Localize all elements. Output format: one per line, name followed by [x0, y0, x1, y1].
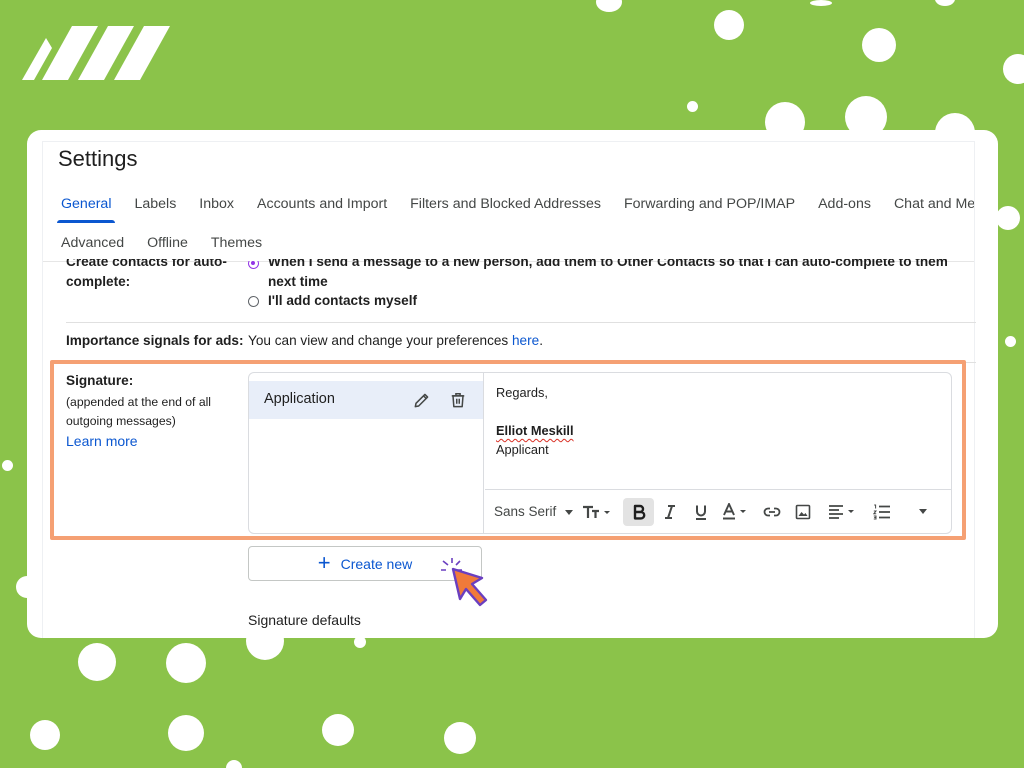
background-dot	[30, 720, 60, 750]
tab-add-ons[interactable]: Add-ons	[814, 185, 875, 223]
insert-image-button[interactable]	[787, 498, 818, 526]
pointer-cursor-icon	[441, 558, 488, 607]
bold-icon	[633, 504, 645, 520]
pencil-icon[interactable]	[412, 390, 432, 410]
image-icon	[795, 504, 810, 519]
background-dot	[714, 10, 744, 40]
background-dot	[1005, 336, 1016, 347]
section-divider	[66, 322, 976, 323]
text-color-icon	[723, 502, 746, 519]
background-dot	[322, 714, 354, 746]
signature-panel: Application Regards, Elliot Meskill Appl…	[248, 372, 952, 534]
trash-icon[interactable]	[448, 390, 468, 410]
formatting-toolbar: Sans Serif	[485, 489, 951, 533]
chevron-down-icon	[565, 509, 573, 515]
importance-period: .	[539, 333, 543, 348]
tab-chat-and-meet[interactable]: Chat and Meet	[890, 185, 974, 223]
text-size-button[interactable]	[577, 498, 617, 526]
background-dot	[596, 0, 622, 12]
tabs-row-secondary: Advanced Offline Themes	[43, 224, 974, 262]
signature-list: Application	[249, 373, 484, 533]
signature-line-name: Elliot Meskill	[496, 423, 574, 438]
background-dot	[168, 715, 204, 751]
preferences-here-link[interactable]: here	[512, 333, 539, 348]
background-dot	[444, 722, 476, 754]
font-family-select[interactable]: Sans Serif	[485, 498, 577, 526]
align-button[interactable]	[822, 498, 866, 526]
tab-forwarding-pop-imap[interactable]: Forwarding and POP/IMAP	[620, 185, 799, 223]
numbered-list-button[interactable]	[866, 498, 897, 526]
insert-link-button[interactable]	[756, 498, 787, 526]
signature-desc-line1: (appended at the end of all	[66, 395, 212, 409]
create-contacts-label-line2: complete:	[66, 274, 131, 289]
page-title: Settings	[58, 146, 138, 171]
link-icon	[763, 507, 780, 516]
background-dot	[166, 643, 206, 683]
background-dot	[687, 101, 698, 112]
tab-inbox[interactable]: Inbox	[195, 185, 238, 223]
text-size-icon	[583, 505, 610, 518]
importance-signals-text: You can view and change your preferences…	[248, 331, 543, 351]
background-dot	[2, 460, 13, 471]
tab-accounts-and-import[interactable]: Accounts and Import	[253, 185, 391, 223]
signature-list-item[interactable]: Application	[249, 381, 483, 419]
learn-more-link[interactable]: Learn more	[66, 431, 138, 451]
signature-line-role: Applicant	[496, 442, 549, 457]
tab-themes[interactable]: Themes	[207, 224, 266, 262]
bold-button[interactable]	[623, 497, 654, 526]
tab-labels[interactable]: Labels	[130, 185, 180, 223]
signature-editor[interactable]: Regards, Elliot Meskill Applicant Sans S…	[485, 373, 951, 533]
numbered-list-icon	[872, 504, 890, 519]
background-dot	[935, 0, 955, 6]
background-dot	[78, 643, 116, 681]
create-contacts-option2: I'll add contacts myself	[268, 293, 418, 308]
signature-label: Signature:	[66, 373, 134, 388]
signature-name: Application	[264, 391, 335, 407]
signature-line-regards: Regards,	[496, 385, 548, 400]
align-icon	[829, 504, 854, 519]
background-dot	[1003, 54, 1024, 84]
underline-icon	[695, 505, 706, 520]
plus-icon: +	[317, 549, 331, 575]
underline-button[interactable]	[685, 498, 716, 526]
background-dot	[862, 28, 896, 62]
radio-add-myself[interactable]	[248, 296, 259, 307]
more-formatting-button[interactable]	[907, 498, 938, 526]
tab-general[interactable]: General	[57, 185, 116, 223]
text-color-button[interactable]	[716, 498, 756, 526]
background-dot	[996, 206, 1020, 230]
brand-logo	[22, 26, 170, 80]
tab-filters-and-blocked-addresses[interactable]: Filters and Blocked Addresses	[406, 185, 605, 223]
importance-signals-desc: You can view and change your preferences	[248, 333, 512, 348]
importance-signals-label: Importance signals for ads:	[66, 333, 244, 348]
more-formatting-icon	[918, 509, 927, 514]
signature-defaults-heading: Signature defaults	[248, 612, 361, 628]
tabs-row-primary: General Labels Inbox Accounts and Import…	[43, 185, 974, 223]
signature-desc-line2: outgoing messages)	[66, 414, 176, 428]
tab-offline[interactable]: Offline	[143, 224, 192, 262]
italic-icon	[664, 504, 675, 519]
tab-advanced[interactable]: Advanced	[57, 224, 128, 262]
create-new-label: Create new	[340, 555, 413, 572]
font-family-value: Sans Serif	[494, 504, 557, 519]
background-dot	[226, 760, 242, 768]
background-dot	[810, 0, 832, 6]
create-contacts-option1-line2: next time	[268, 274, 328, 289]
italic-button[interactable]	[654, 498, 685, 526]
